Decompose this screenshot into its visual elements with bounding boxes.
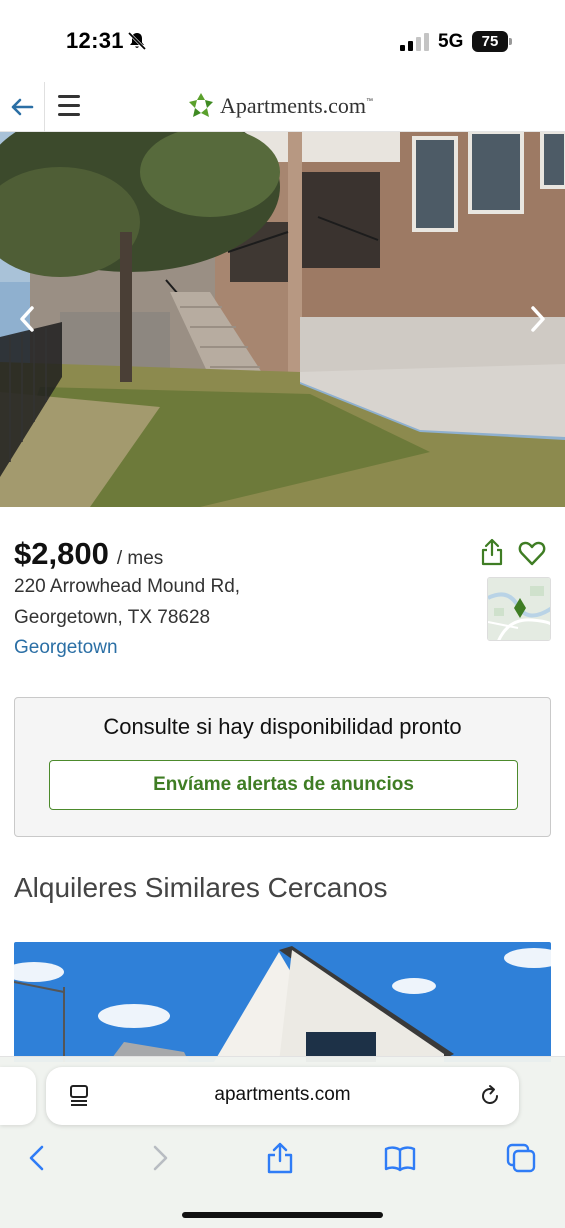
brand-name: Apartments.com: [220, 93, 367, 118]
home-indicator: [182, 1212, 383, 1218]
app-header: Apartments.com ™: [0, 82, 565, 132]
map-thumbnail[interactable]: [487, 577, 551, 641]
heart-icon[interactable]: [518, 540, 546, 566]
battery-icon: 75: [472, 31, 512, 52]
share-icon[interactable]: [480, 538, 504, 566]
brand-logo[interactable]: Apartments.com ™: [186, 90, 373, 122]
chevron-right-icon[interactable]: [527, 304, 549, 334]
url-text[interactable]: apartments.com: [46, 1084, 519, 1106]
similar-rentals-title: Alquileres Similares Cercanos: [14, 872, 388, 903]
availability-box: Consulte si hay disponibilidad pronto En…: [14, 697, 551, 837]
listing-alerts-button[interactable]: Envíame alertas de anuncios: [49, 760, 518, 810]
status-time: 12:31: [66, 28, 124, 53]
listing-photo: [0, 132, 565, 507]
map-preview: [488, 578, 550, 640]
browser-toolbar: apartments.com: [0, 1056, 565, 1228]
network-type: 5G: [438, 31, 464, 52]
address-line-1: 220 Arrowhead Mound Rd,: [14, 576, 241, 597]
similar-listing-photo: [14, 942, 551, 1062]
apartments-logo-icon: [189, 93, 213, 117]
chevron-left-icon[interactable]: [16, 304, 38, 334]
reload-icon[interactable]: [478, 1084, 502, 1108]
battery-cap: [509, 38, 512, 45]
bookmarks-icon[interactable]: [383, 1141, 417, 1175]
share-icon[interactable]: [263, 1141, 297, 1175]
price-row: $2,800 / mes: [14, 536, 163, 572]
back-icon[interactable]: [20, 1141, 54, 1175]
previous-tab-preview[interactable]: [0, 1067, 36, 1125]
cellular-signal-icon: [400, 33, 429, 51]
availability-title: Consulte si hay disponibilidad pronto: [103, 714, 462, 739]
price-unit: / mes: [116, 548, 164, 569]
listing-photo-gallery[interactable]: [0, 132, 565, 507]
battery-level: 75: [472, 31, 508, 52]
neighborhood-link[interactable]: Georgetown: [14, 637, 118, 659]
status-bar: 12:31 5G 75: [0, 0, 565, 82]
address-bar[interactable]: apartments.com: [46, 1067, 519, 1125]
listing-price: $2,800: [14, 536, 109, 571]
similar-listing-card[interactable]: [14, 942, 551, 1062]
hamburger-menu-icon[interactable]: [58, 93, 82, 119]
header-divider: [44, 82, 45, 132]
address-line-2: Georgetown, TX 78628: [14, 607, 211, 628]
back-arrow-icon[interactable]: [8, 93, 36, 121]
bell-slash-icon: [127, 31, 147, 51]
tabs-icon[interactable]: [504, 1141, 538, 1175]
forward-icon[interactable]: [143, 1141, 177, 1175]
brand-trademark: ™: [366, 97, 374, 105]
